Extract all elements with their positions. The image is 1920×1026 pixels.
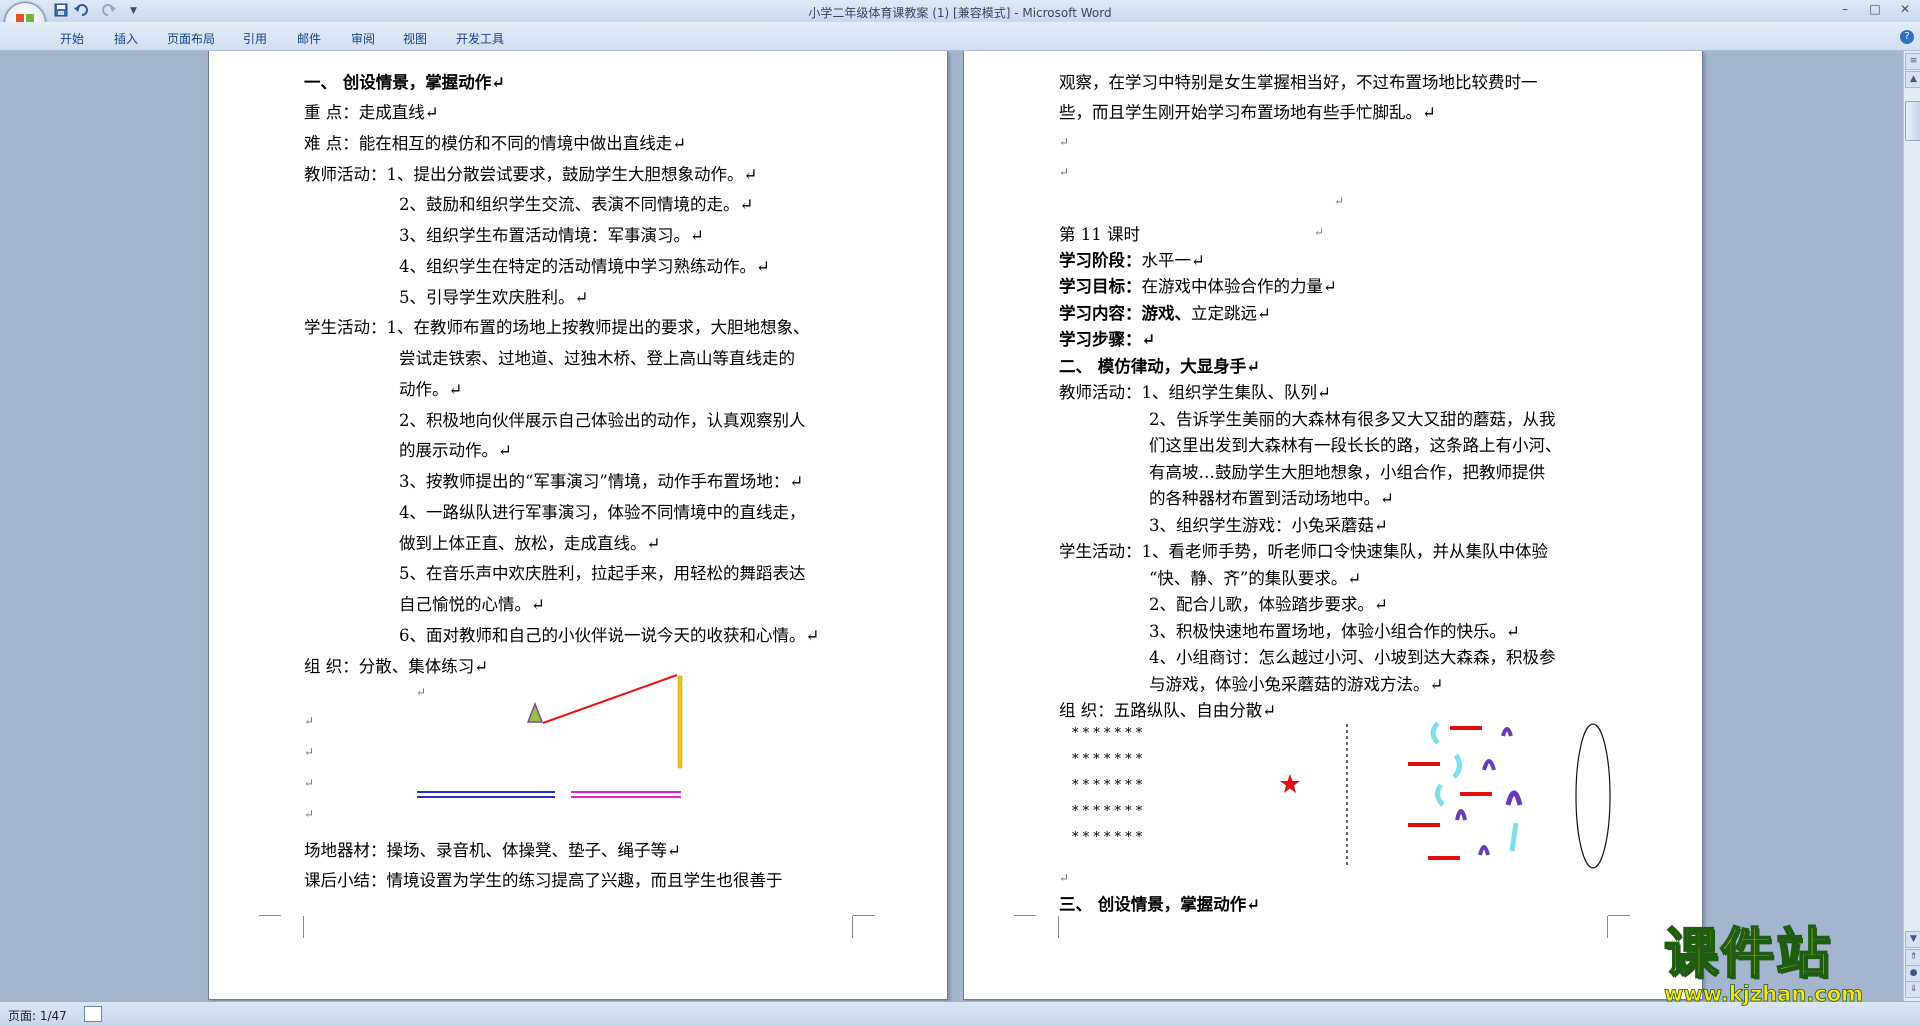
- mushroom-icon: [1482, 759, 1496, 771]
- crop-mark: [259, 915, 281, 938]
- formation-diagram: [1280, 721, 1611, 869]
- river-icon: [1509, 822, 1519, 852]
- customize-icon[interactable]: ▼: [130, 6, 137, 16]
- document-area: 一、 创设情景，掌握动作↵ 重 点：走成直线↵ 难 点：能在相互的模仿和不同的情…: [0, 51, 1903, 1001]
- maximize-button[interactable]: □: [1860, 0, 1890, 18]
- mat-line: [571, 791, 681, 793]
- tab-view[interactable]: 视图: [403, 30, 427, 47]
- river-icon: [1452, 753, 1462, 779]
- vertical-scrollbar[interactable]: ≡ ▲ ▼ ⇑ ● ⇓: [1903, 51, 1920, 1001]
- page-left[interactable]: 一、 创设情景，掌握动作↵ 重 点：走成直线↵ 难 点：能在相互的模仿和不同的情…: [208, 51, 948, 1000]
- ruler-toggle-icon[interactable]: ≡: [1905, 53, 1920, 70]
- paragraph-mark: ↵: [1059, 871, 1070, 885]
- hurdle-dash: [1408, 762, 1440, 766]
- status-bar: 页面: 1/47: [0, 1001, 1920, 1026]
- help-icon[interactable]: ?: [1900, 30, 1914, 44]
- window-controls: – □ ✕: [1830, 0, 1920, 20]
- page-right[interactable]: 观察，在学习中特别是女生掌握相当好，不过布置场地比较费时一 些，而且学生刚开始学…: [963, 51, 1703, 1000]
- crop-mark: [1036, 916, 1059, 938]
- scroll-thumb[interactable]: [1905, 101, 1920, 141]
- tab-insert[interactable]: 插入: [114, 30, 138, 47]
- scroll-up-icon[interactable]: ▲: [1905, 71, 1920, 88]
- crop-mark: [1014, 915, 1036, 938]
- tab-mailings[interactable]: 邮件: [297, 30, 321, 47]
- pole-bar: [677, 675, 683, 769]
- river-icon: [1430, 721, 1440, 745]
- river-icon: [1435, 783, 1445, 807]
- watermark-url: www.kjzhan.com: [1664, 982, 1864, 1006]
- cone-icon: [526, 701, 544, 723]
- page-count[interactable]: 页面: 1/47: [8, 1007, 67, 1024]
- doc-line: 课后小结：情境设置为学生的练习提高了兴趣，而且学生也很善于: [304, 871, 783, 890]
- close-button[interactable]: ✕: [1890, 0, 1920, 18]
- redo-icon[interactable]: [100, 3, 116, 20]
- rope-line: [542, 674, 678, 724]
- tab-page-layout[interactable]: 页面布局: [167, 30, 215, 47]
- tab-home[interactable]: 开始: [60, 30, 84, 47]
- crop-mark: [1608, 915, 1630, 938]
- hurdle-dash: [1428, 856, 1460, 860]
- mushroom-icon: [1455, 809, 1467, 821]
- ribbon: 开始 插入 页面布局 引用 邮件 审阅 视图 开发工具 ?: [0, 22, 1920, 51]
- hurdle-dash: [1450, 726, 1482, 730]
- scroll-down-icon[interactable]: ▼: [1905, 931, 1920, 948]
- crop-mark: [853, 915, 875, 938]
- tab-review[interactable]: 审阅: [351, 30, 375, 47]
- browse-object-icon[interactable]: ●: [1905, 965, 1920, 982]
- teacher-star-icon: [1280, 774, 1300, 793]
- save-icon[interactable]: [54, 3, 68, 20]
- minimize-button[interactable]: –: [1830, 0, 1860, 18]
- proofing-icon[interactable]: [84, 1006, 102, 1022]
- mushroom-icon: [1501, 727, 1513, 737]
- forest-ellipse: [1575, 723, 1611, 869]
- hurdle-dash: [1408, 823, 1440, 827]
- watermark-logo: 课件站 www.kjzhan.com: [1663, 922, 1904, 1006]
- window-title: 小学二年级体育课教案 (1) [兼容模式] - Microsoft Word: [808, 6, 1112, 20]
- mushroom-icon: [1505, 790, 1523, 806]
- mat-line: [571, 796, 681, 798]
- tab-references[interactable]: 引用: [243, 30, 267, 47]
- tab-developer[interactable]: 开发工具: [456, 30, 504, 47]
- bench-line: [417, 796, 555, 798]
- doc-line: 场地器材：操场、录音机、体操凳、垫子、绳子等↵: [304, 841, 681, 860]
- doc-line: 三、 创设情景，掌握动作↵: [1059, 895, 1261, 914]
- undo-icon[interactable]: [74, 3, 90, 20]
- previous-page-icon[interactable]: ⇑: [1905, 949, 1920, 966]
- hurdle-dash: [1460, 792, 1492, 796]
- watermark-main-text: 课件站: [1663, 922, 1832, 985]
- crop-mark: [281, 916, 304, 938]
- title-bar: 小学二年级体育课教案 (1) [兼容模式] - Microsoft Word ▼…: [0, 0, 1920, 22]
- bench-line: [417, 791, 555, 793]
- next-page-icon[interactable]: ⇓: [1905, 981, 1920, 998]
- mushroom-icon: [1478, 845, 1490, 856]
